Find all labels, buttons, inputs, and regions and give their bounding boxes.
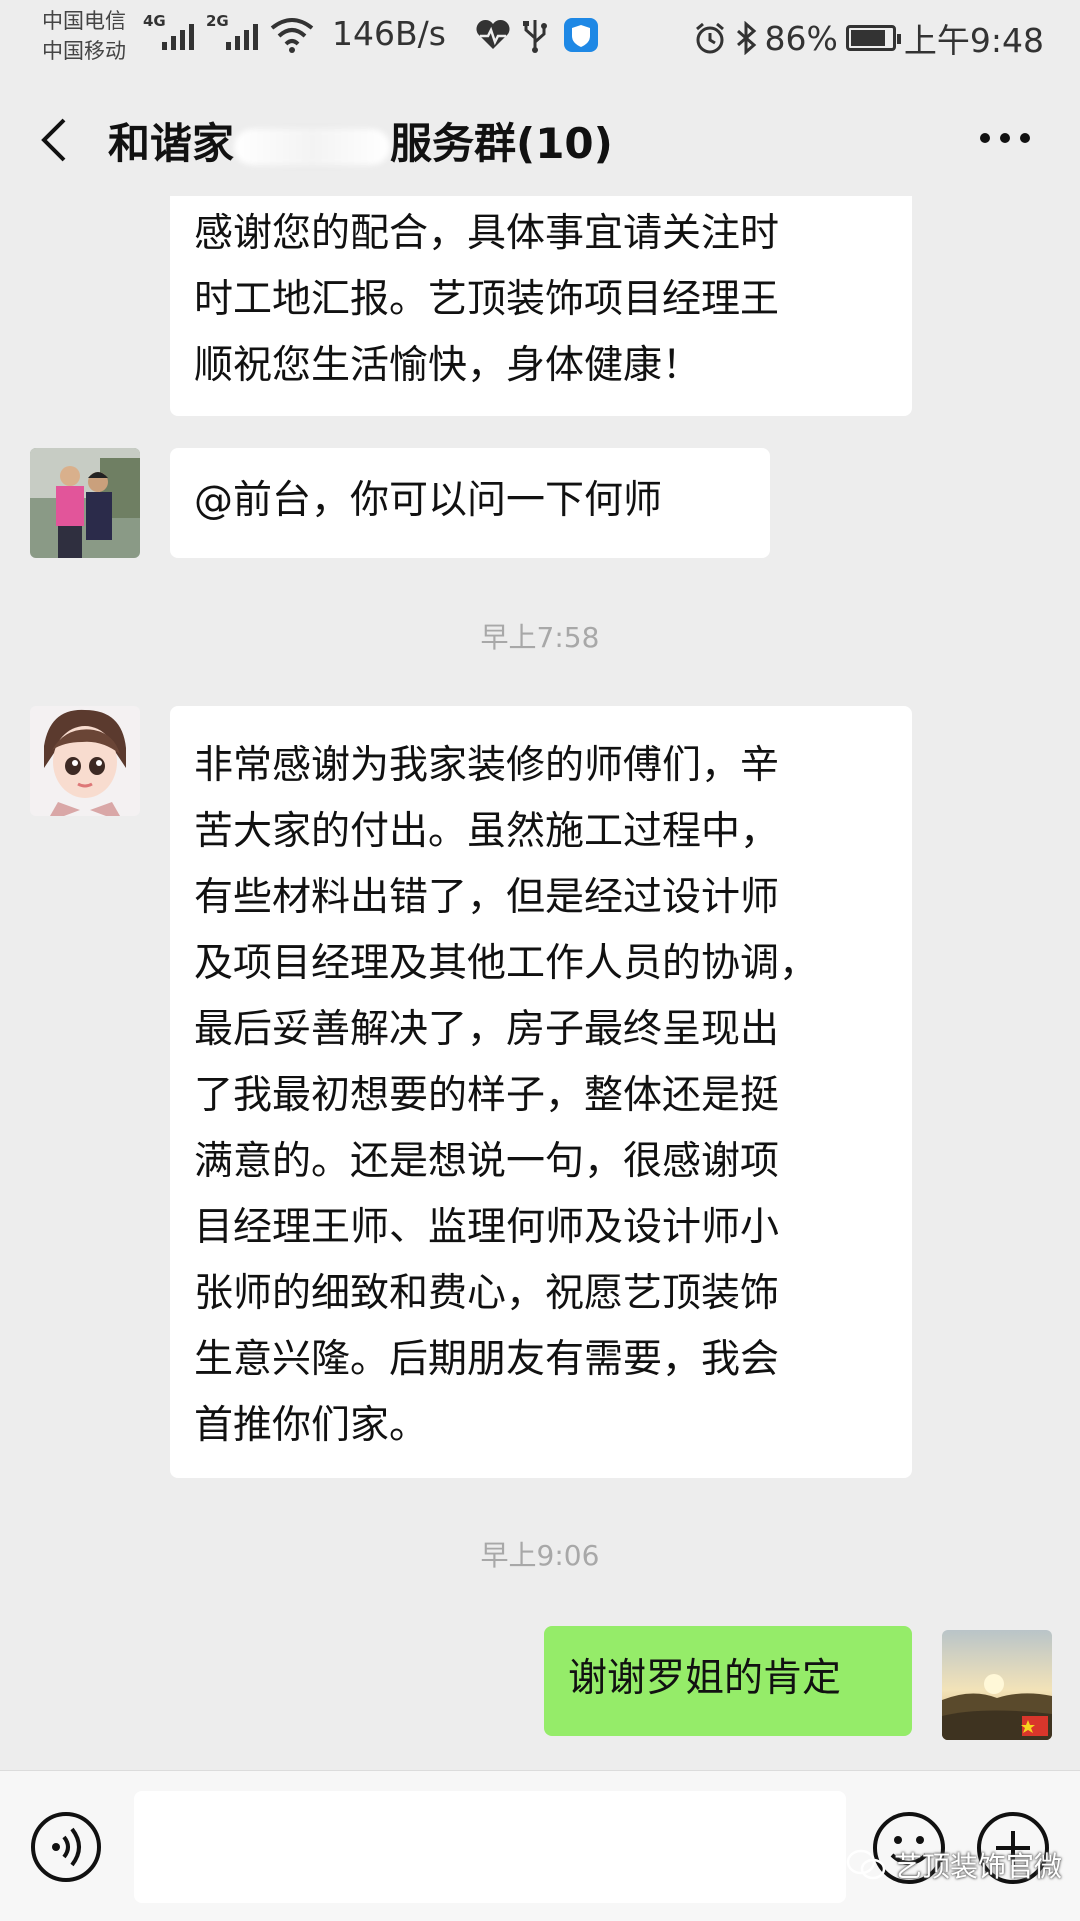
timestamp: 早上7:58: [480, 621, 600, 654]
signal-strength-icon: [226, 18, 258, 50]
battery-percent: 86%: [764, 18, 838, 58]
message-line: 时工地汇报。艺顶装饰项目经理王: [194, 277, 780, 322]
chat-title-suffix: 服务群(10): [390, 119, 613, 168]
status-bar: 中国电信 中国移动 4G 2G 146B/s 86% 上午9:48: [0, 0, 1080, 74]
heart-rate-icon: [474, 16, 512, 54]
timestamp: 早上9:06: [480, 1539, 600, 1572]
carrier-2: 中国移动: [42, 39, 126, 63]
message-bubble[interactable]: 非常感谢为我家装修的师傅们，辛 苦大家的付出。虽然施工过程中， 有些材料出错了，…: [170, 706, 912, 1478]
signal-strength-icon: [162, 18, 194, 50]
watermark: 艺顶装饰官微: [846, 1845, 1062, 1885]
message-line: 感谢您的配合，具体事宜请关注时: [194, 211, 780, 256]
message-bubble[interactable]: 感谢您的配合，具体事宜请关注时 时工地汇报。艺顶装饰项目经理王 顺祝您生活愉快，…: [170, 196, 912, 416]
wifi-icon: [270, 18, 314, 53]
message-line: 生意兴隆。后期朋友有需要，我会: [194, 1337, 780, 1382]
message-line: 了我最初想要的样子，整体还是挺: [194, 1073, 780, 1118]
message-line: 非常感谢为我家装修的师傅们，辛: [194, 743, 780, 788]
shield-icon: [562, 16, 600, 54]
message-line: @前台，你可以问一下何师: [194, 478, 663, 523]
message-line: 谢谢罗姐的肯定: [568, 1656, 842, 1701]
message-input[interactable]: [134, 1791, 846, 1903]
chat-title-prefix: 和谐家: [108, 119, 235, 168]
battery-icon: [845, 25, 901, 51]
carrier-labels: 中国电信 中国移动: [42, 6, 126, 66]
message-line: 有些材料出错了，但是经过设计师: [194, 875, 780, 920]
message-line: 苦大家的付出。虽然施工过程中，: [194, 809, 780, 854]
avatar-own[interactable]: [942, 1630, 1052, 1740]
message-line: 张师的细致和费心，祝愿艺顶装饰: [194, 1271, 780, 1316]
redacted-title-part: [234, 128, 391, 165]
clock: 上午9:48: [903, 21, 1044, 60]
voice-input-icon[interactable]: [30, 1811, 102, 1883]
wechat-logo-icon: [846, 1849, 886, 1880]
chat-header: 和谐家 服务群(10): [0, 74, 1080, 204]
network-speed: 146B/s: [332, 14, 446, 53]
message-line: 满意的。还是想说一句，很感谢项: [194, 1139, 780, 1184]
message-bubble[interactable]: @前台，你可以问一下何师: [170, 448, 770, 558]
message-line: 目经理王师、监理何师及设计师小: [194, 1205, 780, 1250]
chat-title: 和谐家 服务群(10): [108, 110, 613, 171]
carrier-1: 中国电信: [42, 9, 126, 33]
right-status-group: 86% 上午9:48: [693, 14, 1044, 62]
message-line: 首推你们家。: [194, 1403, 429, 1448]
alarm-icon: [695, 22, 724, 54]
usb-icon: [516, 16, 554, 54]
back-arrow-icon[interactable]: [36, 112, 72, 168]
avatar[interactable]: [30, 448, 140, 558]
message-line: 最后妥善解决了，房子最终呈现出: [194, 1007, 780, 1052]
bluetooth-icon: [736, 21, 756, 55]
message-bubble-own[interactable]: 谢谢罗姐的肯定: [544, 1626, 912, 1736]
more-options-icon[interactable]: [978, 130, 1032, 146]
message-line: 及项目经理及其他工作人员的协调，: [194, 941, 819, 986]
watermark-text: 艺顶装饰官微: [893, 1850, 1062, 1883]
message-line: 顺祝您生活愉快，身体健康！: [194, 343, 702, 388]
avatar[interactable]: [30, 706, 140, 816]
